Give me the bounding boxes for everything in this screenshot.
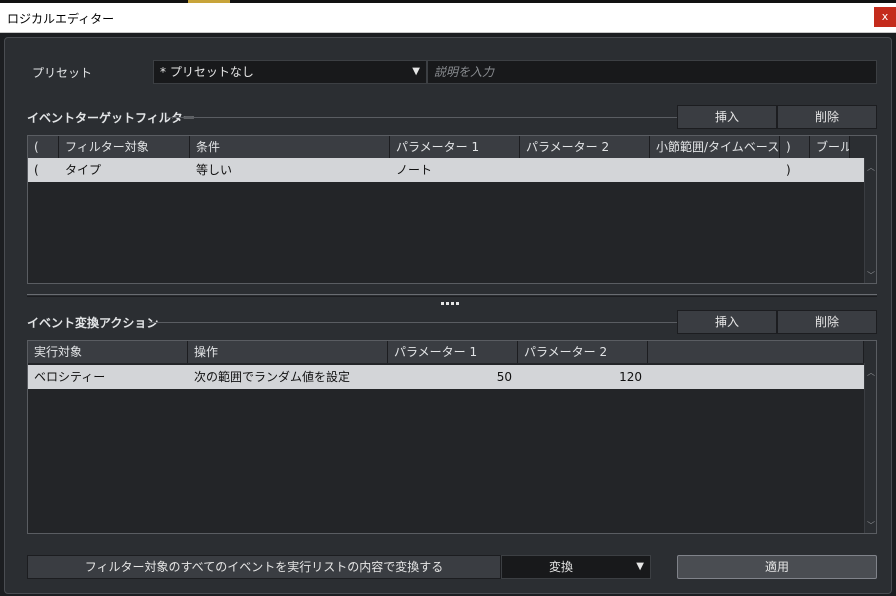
row-cell[interactable]: ) bbox=[780, 158, 810, 182]
column-header[interactable]: 条件 bbox=[190, 136, 390, 158]
divider bbox=[167, 117, 677, 118]
column-header[interactable]: パラメーター 2 bbox=[520, 136, 650, 158]
splitter-grip-icon[interactable] bbox=[441, 294, 463, 305]
apply-description: フィルター対象のすべてのイベントを実行リストの内容で変換する bbox=[27, 555, 501, 579]
logical-editor-panel: プリセット * プリセットなし ▼ 説明を入力 イベントターゲットフィルター 挿… bbox=[4, 37, 892, 594]
row-cell[interactable]: 50 bbox=[388, 365, 518, 389]
preset-value: * プリセットなし bbox=[160, 65, 254, 79]
divider bbox=[149, 322, 677, 323]
column-header[interactable] bbox=[648, 341, 864, 363]
top-strip bbox=[0, 0, 896, 3]
filter-insert-button[interactable]: 挿入 bbox=[677, 105, 777, 129]
row-cell[interactable]: ノート bbox=[390, 158, 520, 182]
table-row[interactable]: ( タイプ 等しい ノート ) bbox=[28, 158, 864, 182]
row-cell[interactable]: 120 bbox=[518, 365, 648, 389]
chevron-up-icon[interactable]: ︿ bbox=[865, 367, 876, 378]
chevron-up-icon[interactable]: ︿ bbox=[865, 162, 876, 173]
row-cell[interactable]: 等しい bbox=[190, 158, 390, 182]
mode-value: 変換 bbox=[548, 560, 573, 574]
column-header[interactable]: フィルター対象 bbox=[59, 136, 190, 158]
column-header[interactable]: 操作 bbox=[188, 341, 388, 363]
title-bar: ロジカルエディター x bbox=[0, 0, 896, 33]
chevron-down-icon[interactable]: ﹀ bbox=[865, 520, 876, 531]
chevron-down-icon: ▼ bbox=[412, 66, 420, 77]
column-header[interactable]: ブール bbox=[810, 136, 850, 158]
filter-delete-button[interactable]: 削除 bbox=[777, 105, 877, 129]
action-insert-button[interactable]: 挿入 bbox=[677, 310, 777, 334]
mode-dropdown[interactable]: 変換 ▼ bbox=[501, 555, 651, 579]
row-cell[interactable]: タイプ bbox=[59, 158, 190, 182]
row-cell[interactable] bbox=[650, 158, 780, 182]
action-table-header: 実行対象 操作 パラメーター 1 パラメーター 2 bbox=[28, 341, 876, 363]
filter-table: ( フィルター対象 条件 パラメーター 1 パラメーター 2 小節範囲/タイムベ… bbox=[27, 135, 877, 284]
window-title: ロジカルエディター bbox=[7, 12, 115, 26]
column-header[interactable]: 小節範囲/タイムベース bbox=[650, 136, 780, 158]
column-header[interactable]: パラメーター 2 bbox=[518, 341, 648, 363]
preset-label: プリセット bbox=[32, 66, 93, 80]
column-header[interactable]: ( bbox=[28, 136, 59, 158]
table-row[interactable]: ベロシティー 次の範囲でランダム値を設定 50 120 bbox=[28, 365, 864, 389]
row-cell[interactable] bbox=[520, 158, 650, 182]
row-cell[interactable]: 次の範囲でランダム値を設定 bbox=[188, 365, 388, 389]
action-section-title: イベント変換アクション bbox=[27, 316, 159, 330]
row-cell[interactable] bbox=[810, 158, 850, 182]
apply-button[interactable]: 適用 bbox=[677, 555, 877, 579]
row-cell[interactable] bbox=[648, 365, 864, 389]
filter-scrollbar[interactable]: ︿ ﹀ bbox=[864, 158, 876, 283]
preset-dropdown[interactable]: * プリセットなし ▼ bbox=[153, 60, 427, 84]
description-input[interactable]: 説明を入力 bbox=[427, 60, 877, 84]
chevron-down-icon[interactable]: ﹀ bbox=[865, 270, 876, 281]
chevron-down-icon: ▼ bbox=[636, 561, 644, 572]
close-button[interactable]: x bbox=[874, 7, 896, 27]
row-cell[interactable]: ベロシティー bbox=[28, 365, 188, 389]
column-header[interactable]: 実行対象 bbox=[28, 341, 188, 363]
action-delete-button[interactable]: 削除 bbox=[777, 310, 877, 334]
column-header[interactable]: パラメーター 1 bbox=[390, 136, 520, 158]
column-header[interactable]: パラメーター 1 bbox=[388, 341, 518, 363]
column-header[interactable]: ) bbox=[780, 136, 810, 158]
row-cell[interactable]: ( bbox=[28, 158, 59, 182]
filter-table-header: ( フィルター対象 条件 パラメーター 1 パラメーター 2 小節範囲/タイムベ… bbox=[28, 136, 876, 158]
action-table: 実行対象 操作 パラメーター 1 パラメーター 2 ベロシティー 次の範囲でラン… bbox=[27, 340, 877, 534]
action-scrollbar[interactable]: ︿ ﹀ bbox=[864, 363, 876, 533]
